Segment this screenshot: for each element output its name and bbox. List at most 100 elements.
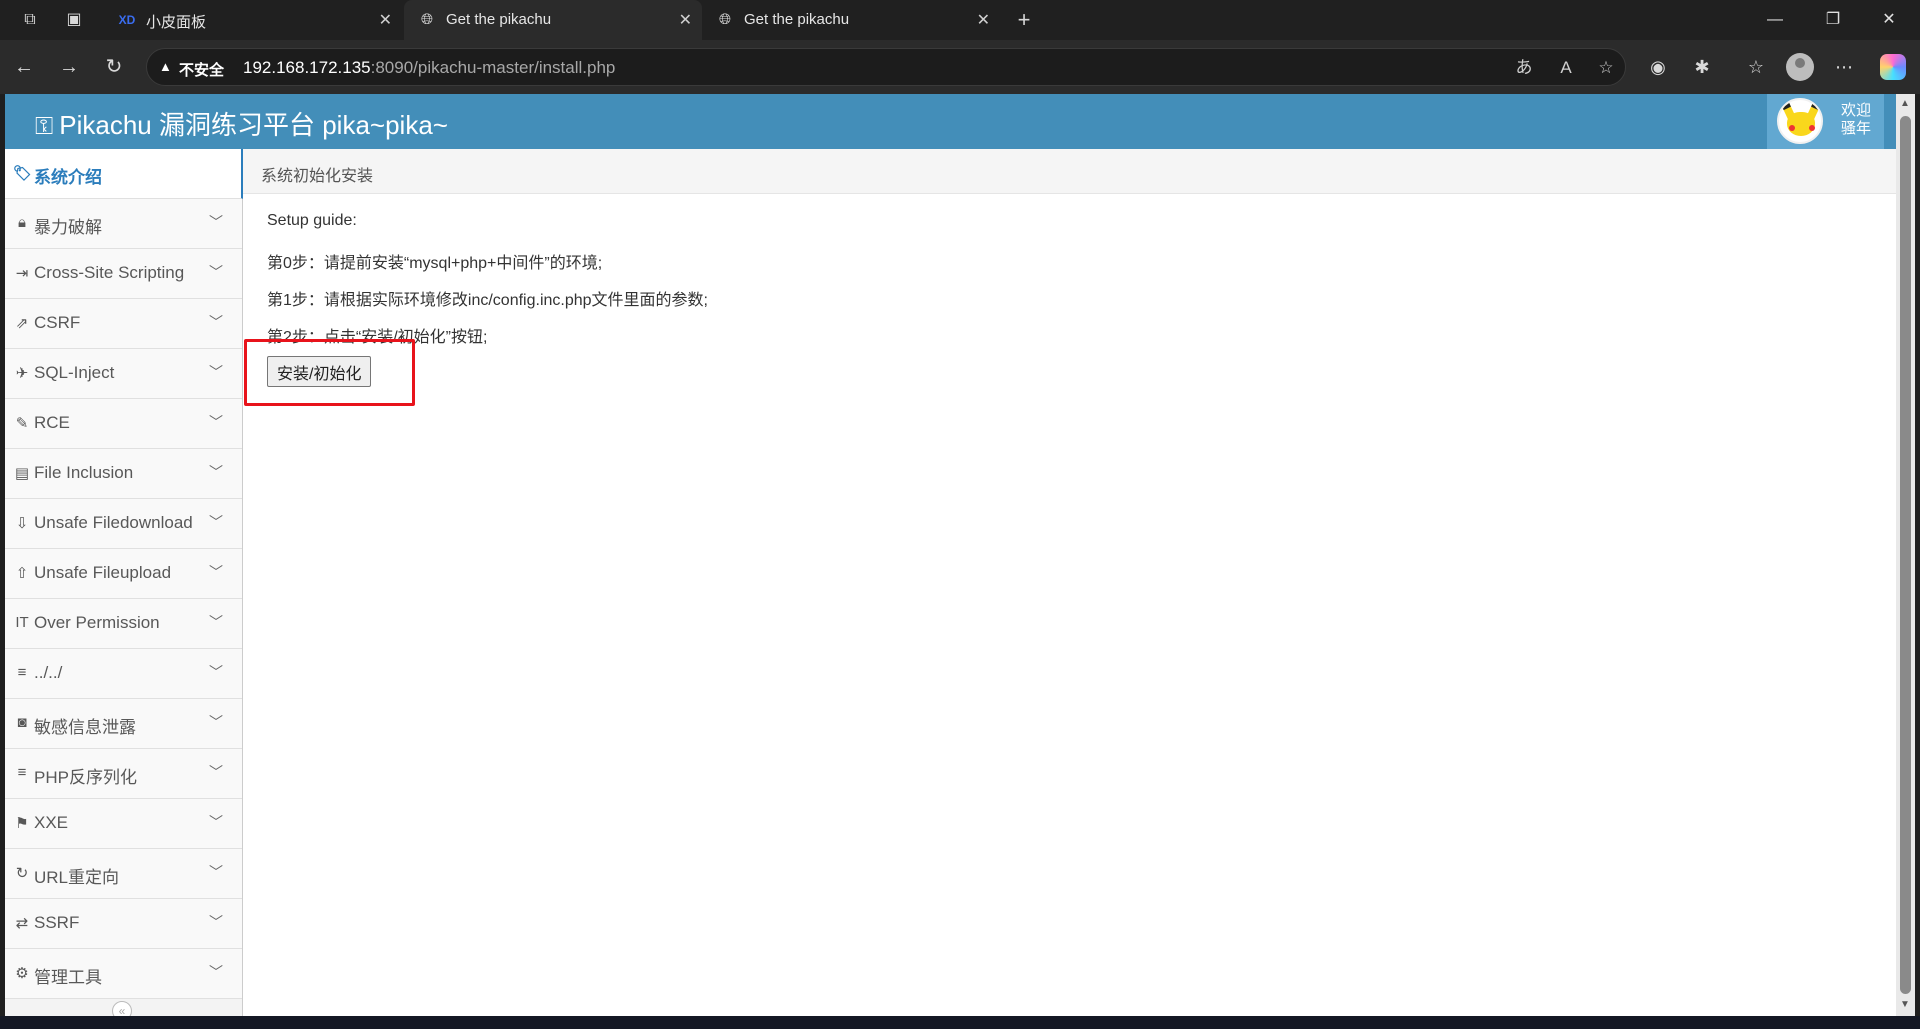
read-aloud-icon[interactable]: A (1555, 57, 1577, 79)
sidebar-item-file-inclusion[interactable]: ▤ File Inclusion ﹀ (5, 449, 242, 499)
new-tab-icon[interactable]: + (1014, 9, 1034, 31)
tab-get-pikachu[interactable]: 🌐︎ Get the pikachu ✕ (702, 0, 1000, 40)
tab-title: Get the pikachu (744, 11, 850, 28)
sidebar-item-label: URL重定向 (34, 868, 120, 887)
sidebar-item-label: SQL-Inject (34, 363, 115, 382)
close-window-icon[interactable]: ✕ (1866, 8, 1912, 32)
favorites-icon[interactable]: ☆ (1744, 55, 1768, 79)
user-greeting: 欢迎 骚年 (1841, 102, 1871, 138)
sidebar-item-label: 敏感信息泄露 (34, 718, 136, 737)
sidebar-item-xxe[interactable]: ⚑ XXE ﹀ (5, 799, 242, 849)
sidebar-item-xss[interactable]: ⇥ Cross-Site Scripting ﹀ (5, 249, 242, 299)
vertical-tabs-icon[interactable]: ▣ (64, 10, 84, 30)
copilot-icon[interactable] (1880, 54, 1906, 80)
plane-icon: ✈ (15, 365, 29, 382)
lock-icon: 🔒︎ (18, 214, 26, 231)
favorite-star-icon[interactable]: ☆ (1595, 57, 1617, 79)
sidebar-item-label: Over Permission (34, 613, 160, 632)
url-text[interactable]: 192.168.172.135:8090/pikachu-master/inst… (243, 58, 615, 78)
guide-step-2: 第2步：点击“安装/初始化”按钮; (267, 329, 488, 346)
extension-circle-icon[interactable]: ◉ (1646, 55, 1670, 79)
sidebar-item-filedownload[interactable]: ⇩ Unsafe Filedownload ﹀ (5, 499, 242, 549)
greeting-line2: 骚年 (1841, 120, 1872, 137)
indent-icon: ⇥ (15, 265, 29, 282)
user-menu[interactable]: 欢迎 骚年 (1767, 94, 1884, 149)
chevron-down-icon: ﹀ (209, 814, 223, 830)
sidebar-item-dir-traversal[interactable]: ≡ ../../ ﹀ (5, 649, 242, 699)
translate-icon[interactable]: あ (1513, 57, 1535, 79)
chevron-down-icon: ﹀ (209, 914, 223, 930)
profile-avatar[interactable] (1786, 53, 1814, 81)
tab-title: Get the pikachu (446, 11, 552, 28)
greeting-line1: 欢迎 (1841, 102, 1872, 119)
pikachu-avatar (1777, 98, 1823, 144)
chevron-down-icon: ﹀ (209, 764, 223, 780)
refresh-icon[interactable]: ↻ (102, 55, 126, 79)
sidebar-item-rce[interactable]: ✎ RCE ﹀ (5, 399, 242, 449)
sidebar-item-csrf[interactable]: ⇗ CSRF ﹀ (5, 299, 242, 349)
restore-icon[interactable]: ❐ (1810, 8, 1856, 32)
web-page: ⚿ Pikachu 漏洞练习平台 pika~pika~ 欢迎 骚年 🏷︎ 系统介绍… (5, 94, 1896, 1016)
cog-icon: ⚙ (15, 965, 29, 982)
sidebar-item-label: File Inclusion (34, 463, 134, 482)
sidebar-item-info-leak[interactable]: ◙ 敏感信息泄露 ﹀ (5, 699, 242, 749)
brand-link[interactable]: ⚿ Pikachu 漏洞练习平台 pika~pika~ (35, 105, 448, 142)
sidebar-item-label: RCE (34, 413, 70, 432)
extensions-icon[interactable]: ✱ (1690, 55, 1714, 79)
double-chevron-left-icon[interactable]: « (112, 1001, 132, 1016)
sidebar-item-label: XXE (34, 813, 69, 832)
address-bar[interactable]: ▲ 不安全 192.168.172.135:8090/pikachu-maste… (146, 48, 1626, 86)
file-icon: ▤ (14, 465, 30, 482)
sidebar-item-label: SSRF (34, 913, 80, 932)
scroll-down-icon[interactable]: ▼ (1900, 999, 1910, 1010)
align-left-icon: ≡ (17, 764, 27, 781)
sidebar-item-intro[interactable]: 🏷︎ 系统介绍 (5, 149, 243, 199)
sidebar-item-fileupload[interactable]: ⇧ Unsafe Fileupload ﹀ (5, 549, 242, 599)
sidebar-item-label: Unsafe Fileupload (34, 563, 172, 582)
vertical-scrollbar[interactable]: ▲ ▼ (1896, 94, 1915, 1016)
url-host: 192.168.172.135 (243, 58, 371, 77)
sidebar-item-label: ../../ (34, 663, 63, 682)
sidebar-item-php-unserialize[interactable]: ≡ PHP反序列化 ﹀ (5, 749, 242, 799)
tab-get-pikachu-active[interactable]: 🌐︎ Get the pikachu ✕ (404, 0, 702, 40)
forward-icon[interactable]: → (57, 55, 81, 79)
tags-icon: 🏷︎ (13, 165, 33, 182)
globe-icon: 🌐︎ (718, 11, 731, 28)
close-tab-icon[interactable]: ✕ (379, 10, 392, 30)
upload-icon: ⇧ (15, 565, 29, 582)
sidebar-item-admin-tools[interactable]: ⚙ 管理工具 ﹀ (5, 949, 242, 999)
sidebar-item-over-permission[interactable]: IT Over Permission ﹀ (5, 599, 242, 649)
sidebar-item-url-redirect[interactable]: ↻ URL重定向 ﹀ (5, 849, 242, 899)
scroll-up-icon[interactable]: ▲ (1900, 98, 1910, 109)
sidebar: 🏷︎ 系统介绍 🔒︎ 暴力破解 ﹀ ⇥ Cross-Site Scripting… (5, 149, 243, 1016)
globe-icon: 🌐︎ (420, 11, 433, 28)
sidebar-collapse: « (5, 998, 242, 1016)
chevron-down-icon: ﹀ (209, 414, 223, 430)
guide-step-0: 第0步：请提前安装“mysql+php+中间件”的环境; (267, 255, 603, 272)
close-tab-icon[interactable]: ✕ (977, 10, 990, 30)
minimize-icon[interactable]: — (1752, 8, 1798, 32)
more-options-icon[interactable]: ⋯ (1832, 55, 1856, 79)
security-label[interactable]: 不安全 (179, 59, 224, 80)
share-icon: ⇗ (15, 315, 29, 332)
scrollbar-thumb[interactable] (1900, 116, 1911, 994)
install-init-button[interactable]: 安装/初始化 (267, 356, 372, 387)
chevron-down-icon: ﹀ (209, 564, 223, 580)
guide-step-1: 第1步：请根据实际环境修改inc/config.inc.php文件里面的参数; (267, 292, 708, 309)
refresh-icon: ↻ (15, 865, 29, 882)
sidebar-item-ssrf[interactable]: ⇄ SSRF ﹀ (5, 899, 242, 949)
close-tab-icon[interactable]: ✕ (679, 10, 692, 30)
desktop-strip (0, 1016, 1920, 1029)
sidebar-item-label: 系统介绍 (34, 168, 102, 187)
tab-xp-panel[interactable]: XD 小皮面板 ✕ (104, 0, 402, 40)
back-icon[interactable]: ← (12, 55, 36, 79)
warning-icon[interactable]: ▲ (159, 59, 172, 74)
workspaces-icon[interactable]: ⧉ (20, 10, 40, 30)
sidebar-item-brute-force[interactable]: 🔒︎ 暴力破解 ﹀ (5, 199, 242, 249)
chevron-down-icon: ﹀ (209, 614, 223, 630)
sidebar-item-sqli[interactable]: ✈ SQL-Inject ﹀ (5, 349, 242, 399)
sidebar-item-label: Cross-Site Scripting (34, 263, 185, 282)
chevron-down-icon: ﹀ (209, 514, 223, 530)
key-icon: ⚿ (35, 113, 54, 140)
align-left-icon: ≡ (17, 664, 27, 681)
